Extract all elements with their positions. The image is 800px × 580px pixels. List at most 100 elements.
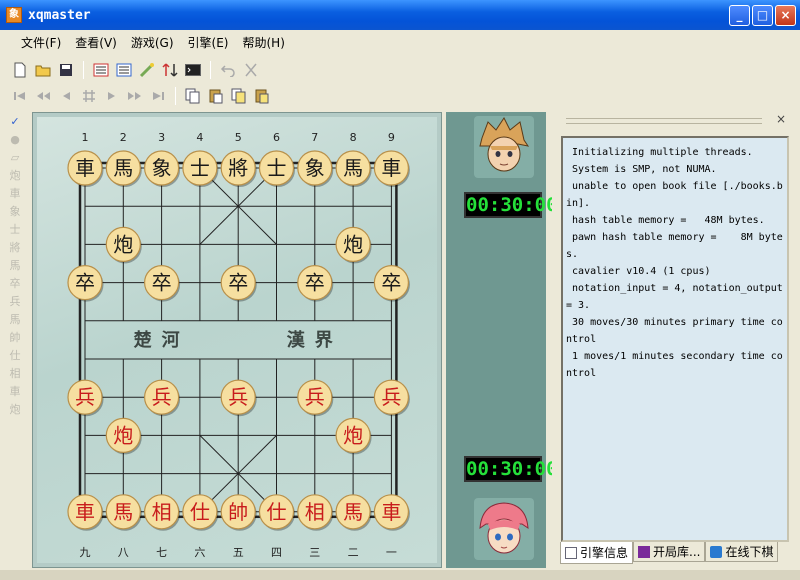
palette-piece-black-advisor[interactable]: 士 <box>5 221 25 238</box>
new-file-icon[interactable] <box>10 60 30 80</box>
piece-black[interactable]: 士 <box>258 150 296 187</box>
piece-red[interactable]: 仕 <box>258 494 296 531</box>
open-folder-icon[interactable] <box>33 60 53 80</box>
grid-icon[interactable] <box>79 86 99 106</box>
console-icon[interactable] <box>183 60 203 80</box>
piece-black[interactable]: 士 <box>182 150 219 187</box>
panel-close-button[interactable]: × <box>776 112 786 126</box>
piece-black[interactable]: 卒 <box>67 265 104 302</box>
piece-red[interactable]: 相 <box>144 494 181 531</box>
piece-red[interactable]: 炮 <box>105 417 142 455</box>
back-icon[interactable] <box>56 86 76 106</box>
save-position-icon[interactable] <box>114 60 134 80</box>
flip-board-icon[interactable] <box>160 60 180 80</box>
engine-log[interactable]: Initializing multiple threads. System is… <box>561 136 789 542</box>
piece-label: 象 <box>305 156 325 180</box>
piece-label: 卒 <box>381 271 401 295</box>
piece-red[interactable]: 馬 <box>335 494 372 531</box>
palette-piece-black-horse[interactable]: 馬 <box>5 257 25 274</box>
piece-red[interactable]: 車 <box>67 494 104 531</box>
palette-piece-black-soldier[interactable]: 卒 <box>5 275 25 292</box>
menu-view[interactable]: 查看(V) <box>68 34 124 51</box>
piece-red[interactable]: 馬 <box>105 494 142 531</box>
book-icon <box>638 545 651 558</box>
next-icon[interactable] <box>125 86 145 106</box>
save-icon[interactable] <box>56 60 76 80</box>
piece-red[interactable]: 帥 <box>220 494 257 531</box>
previous-icon[interactable] <box>33 86 53 106</box>
copy-icon[interactable] <box>183 86 203 106</box>
piece-black[interactable]: 車 <box>67 150 104 187</box>
paste-fen-icon[interactable] <box>252 86 272 106</box>
palette-piece-black-elephant[interactable]: 象 <box>5 203 25 220</box>
palette-piece-black-cannon[interactable]: 炮 <box>5 167 25 184</box>
piece-black[interactable]: 炮 <box>335 226 372 264</box>
navigation-toolbar <box>0 82 800 110</box>
menu-file[interactable]: 文件(F) <box>14 34 68 51</box>
piece-red[interactable]: 兵 <box>297 379 334 417</box>
close-button[interactable]: × <box>775 5 796 26</box>
piece-label: 仕 <box>267 500 287 524</box>
tab-engine-info[interactable]: 引擎信息 <box>560 542 634 564</box>
piece-black[interactable]: 卒 <box>297 265 334 302</box>
tab-opening-book[interactable]: 开局库... <box>633 542 706 562</box>
piece-red[interactable]: 相 <box>297 494 334 531</box>
piece-black[interactable]: 象 <box>144 150 181 187</box>
piece-black[interactable]: 卒 <box>373 265 410 302</box>
piece-red[interactable]: 兵 <box>144 379 181 417</box>
piece-black[interactable]: 馬 <box>105 150 142 187</box>
file-number-bottom: 七 <box>156 546 167 559</box>
piece-red[interactable]: 仕 <box>182 494 219 531</box>
piece-black[interactable]: 車 <box>373 150 410 187</box>
piece-red[interactable]: 兵 <box>220 379 257 417</box>
minimize-button[interactable]: _ <box>729 5 750 26</box>
dot-icon[interactable]: ● <box>5 131 25 148</box>
palette-piece-red-horse[interactable]: 馬 <box>5 311 25 328</box>
menu-game[interactable]: 游戏(G) <box>124 34 181 51</box>
palette-piece-red-cannon[interactable]: 炮 <box>5 401 25 418</box>
app-icon: 象 <box>6 7 22 23</box>
piece-label: 兵 <box>305 385 325 409</box>
piece-label: 兵 <box>152 385 172 409</box>
piece-red[interactable]: 兵 <box>373 379 410 417</box>
piece-black[interactable]: 炮 <box>105 226 142 264</box>
forward-icon[interactable] <box>102 86 122 106</box>
tab-online-play[interactable]: 在线下棋 <box>705 542 779 562</box>
piece-label: 兵 <box>381 385 401 409</box>
piece-black[interactable]: 卒 <box>220 265 257 302</box>
panel-gripper[interactable] <box>566 118 762 124</box>
palette-piece-red-chariot[interactable]: 車 <box>5 383 25 400</box>
piece-black[interactable]: 馬 <box>335 150 372 187</box>
copy-fen-icon[interactable] <box>229 86 249 106</box>
piece-label: 相 <box>152 500 172 524</box>
piece-red[interactable]: 兵 <box>67 379 104 417</box>
palette-piece-black-general[interactable]: 將 <box>5 239 25 256</box>
last-move-icon[interactable] <box>148 86 168 106</box>
piece-palette: ✓ ● ▱ 炮 車 象 士 將 馬 卒 兵 馬 帥 仕 相 車 炮 <box>2 112 28 570</box>
cut-icon[interactable] <box>241 60 261 80</box>
piece-red[interactable]: 車 <box>373 494 410 531</box>
piece-black[interactable]: 將 <box>220 150 257 187</box>
palette-piece-red-soldier[interactable]: 兵 <box>5 293 25 310</box>
menu-engine[interactable]: 引擎(E) <box>181 34 236 51</box>
menu-help[interactable]: 帮助(H) <box>235 34 291 51</box>
eraser-icon[interactable]: ▱ <box>5 149 25 166</box>
window-controls: _ □ × <box>729 5 796 26</box>
paste-icon[interactable] <box>206 86 226 106</box>
check-icon[interactable]: ✓ <box>5 113 25 130</box>
load-position-icon[interactable] <box>91 60 111 80</box>
piece-label: 士 <box>190 156 210 180</box>
first-move-icon[interactable] <box>10 86 30 106</box>
xiangqi-board[interactable]: 1 2 3 4 5 6 7 8 9九八七六五四三二一楚河 漢界車馬象士將士象馬車炮 炮卒卒卒卒卒兵兵… <box>33 113 443 569</box>
palette-piece-black-chariot[interactable]: 車 <box>5 185 25 202</box>
undo-icon[interactable] <box>218 60 238 80</box>
palette-piece-red-advisor[interactable]: 仕 <box>5 347 25 364</box>
log-line: cavalier v10.4 (1 cpus) <box>566 266 711 277</box>
palette-piece-red-general[interactable]: 帥 <box>5 329 25 346</box>
maximize-button[interactable]: □ <box>752 5 773 26</box>
palette-piece-red-elephant[interactable]: 相 <box>5 365 25 382</box>
piece-black[interactable]: 象 <box>297 150 334 187</box>
wand-icon[interactable] <box>137 60 157 80</box>
piece-red[interactable]: 炮 <box>335 417 372 455</box>
piece-black[interactable]: 卒 <box>144 265 181 302</box>
